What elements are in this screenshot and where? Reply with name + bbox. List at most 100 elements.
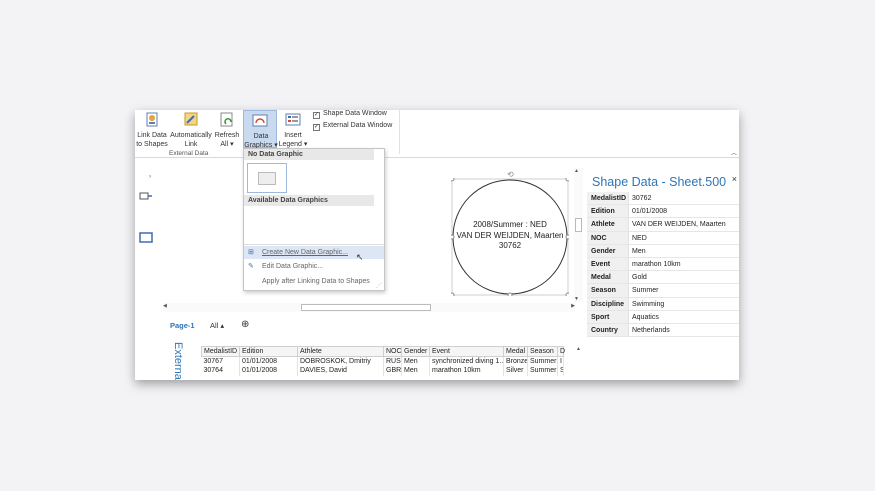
link-data-to-shapes-button[interactable]: Link Data to Shapes — [135, 110, 169, 149]
refresh-icon — [219, 112, 235, 128]
available-data-graphics-header: Available Data Graphics — [244, 195, 374, 206]
shape-data-value[interactable]: Netherlands — [629, 324, 670, 336]
horizontal-scrollbar[interactable]: ◀ ▶ — [163, 303, 575, 312]
shape-data-key: MedalistID — [587, 192, 629, 205]
shape-data-value[interactable]: 01/01/2008 — [629, 205, 667, 217]
tab-page-1[interactable]: Page-1 — [170, 321, 195, 330]
table-row[interactable]: 30767 01/01/2008 DOBROSKOK, Dmitriy RUS Men s… — [201, 356, 564, 366]
rectangle-tool-icon[interactable] — [139, 232, 153, 246]
external-data-side-label: Externa — [172, 342, 184, 380]
shapes-tool-icon[interactable] — [139, 192, 153, 204]
table-header-cell[interactable]: Edition — [239, 346, 298, 357]
shape-data-value[interactable]: 30762 — [629, 192, 651, 204]
selected-shape[interactable]: 2008/Summer : NED VAN DER WEIJDEN, Maart… — [451, 178, 569, 296]
table-cell: GBR — [383, 366, 402, 376]
table-cell: 01/01/2008 — [239, 366, 298, 376]
table-cell: Silver — [503, 366, 528, 376]
shape-data-value[interactable]: Gold — [629, 271, 647, 283]
apply-after-linking-item[interactable]: Apply after Linking Data to Shapes — [244, 275, 384, 288]
shape-data-rows: MedalistID 30762 Edition 01/01/2008 Athlete V… — [587, 192, 739, 338]
shape-data-row: MedalistID 30762 — [587, 192, 739, 206]
auto-link-icon — [183, 112, 199, 128]
visio-window: Link Data to Shapes Automatically Link R… — [135, 110, 739, 380]
table-cell: Summer — [527, 366, 558, 376]
table-cell: 30764 — [201, 366, 240, 376]
ribbon-divider — [399, 110, 400, 154]
table-header-cell[interactable]: Athlete — [297, 346, 384, 357]
shape-text-line1: 2008/Summer : NED — [473, 220, 547, 229]
shape-data-row: Discipline Swimming — [587, 297, 739, 311]
shape-data-value[interactable]: Men — [629, 245, 646, 257]
external-data-table: MedalistID Edition Athlete NOC Gender Event Me… — [201, 346, 565, 376]
create-graphic-icon: ⊞ — [248, 249, 254, 256]
table-cell: 30767 — [201, 356, 240, 366]
shape-data-value[interactable]: NED — [629, 232, 647, 244]
no-data-graphic-header: No Data Graphic — [244, 149, 374, 160]
table-cell: DAVIES, David — [297, 366, 384, 376]
table-cell: S — [557, 366, 564, 376]
table-cell: I — [557, 356, 564, 366]
table-row[interactable]: 30764 01/01/2008 DAVIES, David GBR Men marath… — [201, 366, 564, 376]
table-scroll-up-icon[interactable]: ▲ — [576, 346, 581, 352]
table-cell: Men — [401, 356, 430, 366]
table-header-cell[interactable]: Season — [527, 346, 558, 357]
insert-legend-button[interactable]: Insert Legend ▾ — [278, 110, 308, 149]
shape-data-value[interactable]: Summer — [629, 284, 658, 296]
tab-all[interactable]: All ▴ — [210, 321, 224, 330]
cursor-icon: ↖ — [356, 252, 364, 262]
resize-grip-icon[interactable]: ⋰ — [376, 282, 382, 289]
table-cell: marathon 10km — [429, 366, 504, 376]
shape-data-value[interactable]: marathon 10km — [629, 258, 681, 270]
table-header-cell[interactable]: Event — [429, 346, 504, 357]
shape-data-key: Discipline — [587, 297, 629, 310]
refresh-all-button[interactable]: Refresh All ▾ — [213, 110, 241, 149]
horizontal-scroll-thumb[interactable] — [301, 304, 431, 311]
table-header-cell[interactable]: Gender — [401, 346, 430, 357]
shape-data-row: Event marathon 10km — [587, 257, 739, 272]
shape-data-row: Season Summer — [587, 284, 739, 298]
page-tabs-bar: Page-1 All ▴ ⊕ — [135, 314, 576, 336]
table-cell: Men — [401, 366, 430, 376]
table-header-cell[interactable]: D — [557, 346, 565, 357]
shape-data-row: NOC NED — [587, 231, 739, 245]
shape-data-title: Shape Data - Sheet.500 — [592, 175, 727, 189]
automatically-link-button[interactable]: Automatically Link — [169, 110, 213, 149]
shape-text-line2: VAN DER WEIJDEN, Maarten — [456, 230, 564, 240]
table-cell: RUS — [383, 356, 402, 366]
add-page-icon[interactable]: ⊕ — [241, 319, 249, 330]
shape-data-row: Medal Gold — [587, 271, 739, 285]
close-icon[interactable]: × — [732, 174, 737, 184]
table-header-cell[interactable]: MedalistID — [201, 346, 240, 357]
collapse-ribbon-icon[interactable]: ︿ — [731, 148, 737, 157]
shape-data-key: Season — [587, 284, 629, 297]
shape-data-row: Country Netherlands — [587, 323, 739, 338]
vertical-scroll-thumb[interactable] — [575, 218, 582, 232]
shape-data-key: Edition — [587, 205, 629, 218]
table-header-cell[interactable]: Medal — [503, 346, 528, 357]
shape-data-row: Sport Aquatics — [587, 310, 739, 324]
no-data-graphic-option[interactable] — [247, 163, 287, 193]
shape-data-key: Country — [587, 323, 629, 337]
shape-data-row: Athlete VAN DER WEIJDEN, Maarten — [587, 218, 739, 232]
table-cell: Summer — [527, 356, 558, 366]
menu-divider — [244, 244, 384, 245]
external-data-window: Externa MedalistID Edition Athlete NOC Gende… — [135, 340, 739, 380]
shape-data-window-checkbox[interactable]: ✓ Shape Data Window — [313, 110, 387, 119]
table-header-cell[interactable]: NOC — [383, 346, 402, 357]
ribbon: Link Data to Shapes Automatically Link R… — [135, 110, 739, 158]
data-graphics-button[interactable]: Data Graphics ▾ — [243, 110, 278, 149]
shape-data-row: Edition 01/01/2008 — [587, 205, 739, 219]
shape-data-value[interactable]: Aquatics — [629, 311, 659, 323]
group-label-external-data: External Data — [169, 150, 209, 157]
shape-text-line3: 30762 — [498, 241, 522, 250]
shape-data-key: Gender — [587, 244, 629, 257]
rotate-handle-icon[interactable]: ⟲ — [507, 170, 514, 179]
external-data-window-checkbox[interactable]: ✓ External Data Window — [313, 122, 392, 131]
table-cell: synchronized diving 1... — [429, 356, 504, 366]
expand-shapes-icon[interactable]: › — [149, 174, 151, 180]
link-data-icon — [144, 112, 160, 128]
shape-data-value[interactable]: Swimming — [629, 298, 664, 310]
data-graphics-icon — [252, 113, 268, 129]
vertical-scrollbar[interactable]: ▲ ▼ — [574, 168, 583, 302]
shape-data-value[interactable]: VAN DER WEIJDEN, Maarten — [629, 218, 726, 230]
